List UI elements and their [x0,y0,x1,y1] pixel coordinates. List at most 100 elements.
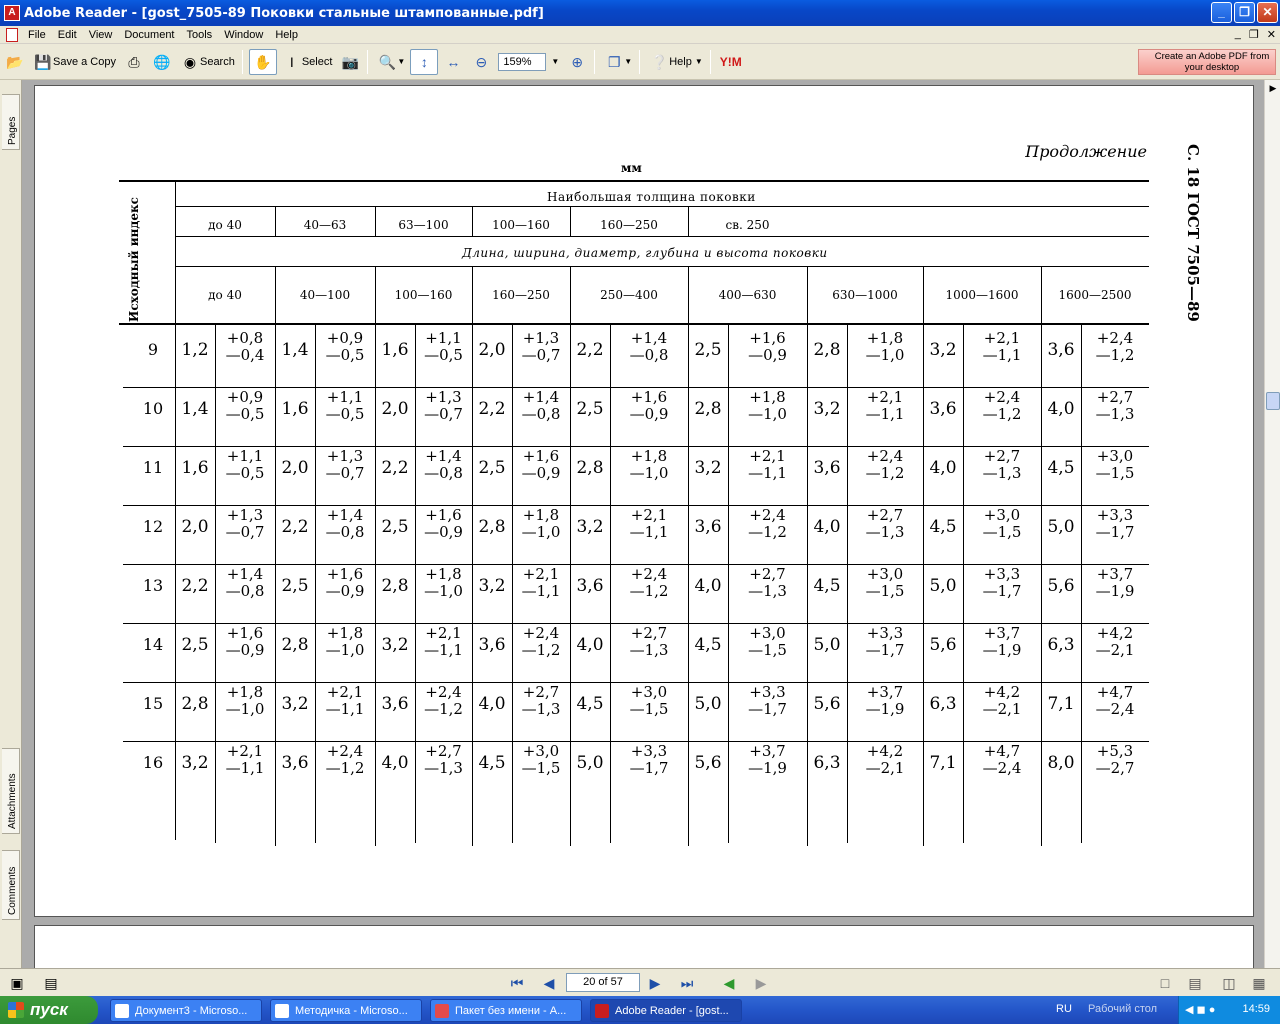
tolerance-lower: —1,2 [521,641,561,659]
print-button[interactable]: ⎙ [121,49,147,75]
table-column-rule [375,206,376,236]
pdf-document-icon[interactable] [6,27,18,42]
minimize-button[interactable]: _ [1211,2,1232,23]
restore-button[interactable]: ❐ [1234,2,1255,23]
continuous-view-icon[interactable]: ▤ [1186,974,1204,992]
table-cell-tolerance: +1,8 —1,0 [847,330,923,364]
doc-minimize-button[interactable]: _ [1235,28,1241,41]
menu-tools[interactable]: Tools [181,29,219,41]
tolerance-lower: —0,8 [424,464,463,482]
toolbar-separator [594,49,596,74]
tolerance-lower: —1,9 [748,759,787,777]
table-cell-value: 4,5 [576,694,604,714]
tolerance-upper: +1,4 [522,388,560,406]
tolerance-lower: —1,2 [1095,346,1135,364]
table-cell-tolerance: +2,7 —1,3 [963,448,1041,482]
table-cell-value: 5,0 [576,753,604,773]
zoom-input[interactable]: 159% [498,52,547,71]
toolbar-separator [709,49,711,74]
menu-document[interactable]: Document [118,29,180,41]
table-cell-value: 3,2 [576,517,604,537]
open-button[interactable]: 📂 [2,49,28,75]
language-indicator[interactable]: RU [1056,1003,1072,1015]
tray-icons[interactable]: ◀ ◼ ● [1185,1003,1215,1016]
toolbar-separator [241,49,243,74]
dimension-range-label: 100—160 [394,288,453,302]
zoom-in-button[interactable]: ⊕ [564,49,590,75]
page-number-field[interactable]: 20 of 57 [566,973,640,992]
task-word-document[interactable]: Документ3 - Microso... [110,999,262,1022]
menu-file[interactable]: File [22,29,52,41]
rotate-view-button[interactable]: ❐ ▼ [601,49,635,75]
dimension-range-label: до 40 [208,288,242,302]
start-button[interactable]: пуск [0,996,98,1024]
close-button[interactable]: ✕ [1257,2,1278,23]
fit-width-button[interactable]: ↔ [440,49,466,75]
tolerance-lower: —1,7 [748,700,787,718]
tab-pages[interactable]: Pages [2,94,20,150]
first-page-icon[interactable]: ⏮ [508,974,526,992]
table-column-rule [275,206,276,236]
binoculars-icon: ◉ [183,53,197,70]
search-button[interactable]: ◉ Search [177,49,238,75]
snapshot-button[interactable]: 📷 [337,49,363,75]
doc-restore-button[interactable]: ❐ [1249,28,1259,41]
back-icon[interactable]: ◀ [720,974,738,992]
menu-view[interactable]: View [83,29,119,41]
zoom-dropdown[interactable]: ▼ [548,49,562,75]
dimension-range-label: 630—1000 [832,288,898,302]
previous-page-icon[interactable]: ◀ [540,974,558,992]
table-cell-value: 5,6 [1047,576,1075,596]
task-adobe-reader[interactable]: Adobe Reader - [gost... [590,999,742,1022]
single-page-view-icon[interactable]: □ [1156,974,1174,992]
scroll-thumb[interactable] [1266,392,1280,410]
menu-edit[interactable]: Edit [52,29,83,41]
table-cell-value: 3,6 [381,694,409,714]
table-cell-value: 4,0 [381,753,409,773]
select-tool-button[interactable]: I Select [279,49,336,75]
tolerance-upper: +1,8 [425,565,462,583]
tolerance-upper: +2,7 [866,506,904,524]
row-index: 16 [142,753,164,772]
zoom-out-button[interactable]: ⊖ [468,49,494,75]
facing-view-icon[interactable]: ◫ [1220,974,1238,992]
next-page-icon[interactable]: ▶ [646,974,664,992]
create-pdf-promo[interactable]: Create an Adobe PDF from your desktop [1138,49,1276,75]
tolerance-upper: +3,7 [983,624,1021,642]
menu-window[interactable]: Window [218,29,269,41]
page-layout-icon[interactable]: ▣ [8,974,26,992]
doc-close-button[interactable]: ✕ [1267,28,1276,41]
save-copy-button[interactable]: 💾 Save a Copy [30,49,119,75]
yahoo-button[interactable]: Y!M [717,49,745,75]
help-button[interactable]: ❔ Help ▼ [646,49,706,75]
tolerance-upper: +4,2 [866,742,904,760]
hand-tool-button[interactable]: ✋ [248,48,277,75]
task-package[interactable]: Пакет без имени - A... [430,999,582,1022]
table-cell-tolerance: +2,7 —1,3 [512,684,570,718]
single-page-icon[interactable]: ▤ [42,974,60,992]
desktop-toolbar-label[interactable]: Рабочий стол [1088,1003,1157,1015]
tolerance-upper: +2,7 [1096,388,1134,406]
table-cell-value: 5,6 [813,694,841,714]
continuous-facing-view-icon[interactable]: ▦ [1250,974,1268,992]
last-page-icon[interactable]: ⏭ [678,974,696,992]
email-button[interactable]: 🌐 [149,49,175,75]
table-cell-value: 3,2 [929,340,957,360]
vertical-scrollbar[interactable]: ▶ [1264,80,1280,968]
document-view[interactable]: Продолжение С. 18 ГОСТ 7505—89 мм Исходн… [22,80,1264,968]
table-cell-tolerance: +1,1 —0,5 [415,330,472,364]
table-cell-tolerance: +4,2 —2,1 [963,684,1041,718]
menu-help[interactable]: Help [269,29,304,41]
table-cell-tolerance: +2,4 —1,2 [728,507,807,541]
tolerance-upper: +1,1 [326,388,364,406]
tab-comments[interactable]: Comments [2,850,20,920]
table-cell-tolerance: +1,1 —0,5 [315,389,375,423]
scroll-up-icon[interactable]: ▶ [1265,80,1280,96]
zoom-in-tool-button[interactable]: 🔍 ▼ [374,49,408,75]
tab-attachments[interactable]: Attachments [2,748,20,834]
fit-page-button[interactable]: ↕ [410,48,439,75]
table-cell-tolerance: +3,0 —1,5 [963,507,1041,541]
task-word-manual[interactable]: Методичка - Microso... [270,999,422,1022]
hand-icon: ✋ [254,53,272,70]
forward-icon[interactable]: ▶ [752,974,770,992]
